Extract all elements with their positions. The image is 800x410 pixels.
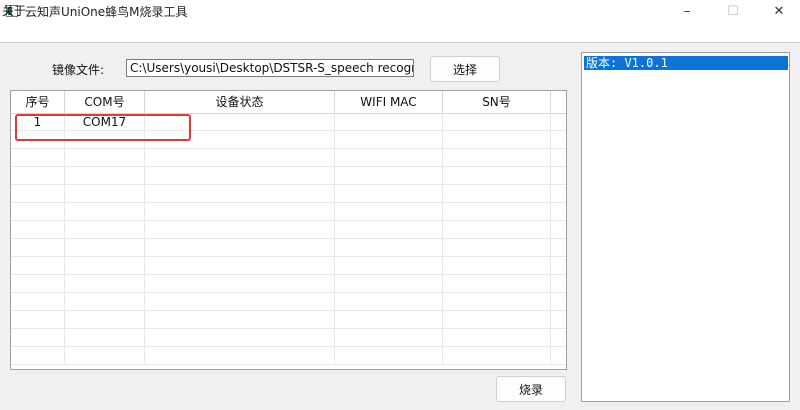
window-title: 云知声UniOne蜂鸟M烧录工具	[25, 5, 188, 19]
table-row-empty	[11, 167, 566, 185]
column-header-sn[interactable]: SN号	[443, 91, 551, 113]
cell-wifi-mac	[335, 113, 443, 131]
table-header: 序号 COM号 设备状态 WIFI MAC SN号	[11, 91, 566, 114]
table-row-empty	[11, 275, 566, 293]
table-row-empty	[11, 203, 566, 221]
table-row-empty	[11, 347, 566, 365]
menu-bar	[0, 22, 800, 42]
table-row-empty	[11, 257, 566, 275]
minimize-button[interactable]: –	[664, 0, 710, 22]
menu-about[interactable]: 关于	[2, 2, 26, 19]
table-row-empty	[11, 293, 566, 311]
maximize-button[interactable]: ☐	[710, 0, 756, 22]
cell-sn	[443, 113, 551, 131]
table-rows: 1 COM17	[11, 113, 566, 369]
burn-button[interactable]: 烧录	[496, 376, 566, 402]
table-row-empty	[11, 149, 566, 167]
table-row-empty	[11, 311, 566, 329]
table-row-empty	[11, 239, 566, 257]
column-header-status[interactable]: 设备状态	[145, 91, 335, 113]
info-list-panel[interactable]: 版本: V1.0.1	[581, 52, 790, 402]
column-header-index[interactable]: 序号	[11, 91, 65, 113]
menu-divider	[0, 42, 800, 43]
table-row-empty	[11, 329, 566, 347]
image-file-path-input[interactable]: C:\Users\yousi\Desktop\DSTSR-S_speech re…	[126, 59, 414, 77]
column-header-wifi-mac[interactable]: WIFI MAC	[335, 91, 443, 113]
version-list-item[interactable]: 版本: V1.0.1	[584, 56, 788, 70]
column-header-com[interactable]: COM号	[65, 91, 145, 113]
table-row-empty	[11, 185, 566, 203]
close-button[interactable]: ✕	[756, 0, 800, 22]
table-row-empty	[11, 221, 566, 239]
image-file-label: 镜像文件:	[52, 63, 105, 77]
select-file-button[interactable]: 选择	[430, 56, 500, 82]
highlight-annotation-box	[15, 114, 191, 141]
